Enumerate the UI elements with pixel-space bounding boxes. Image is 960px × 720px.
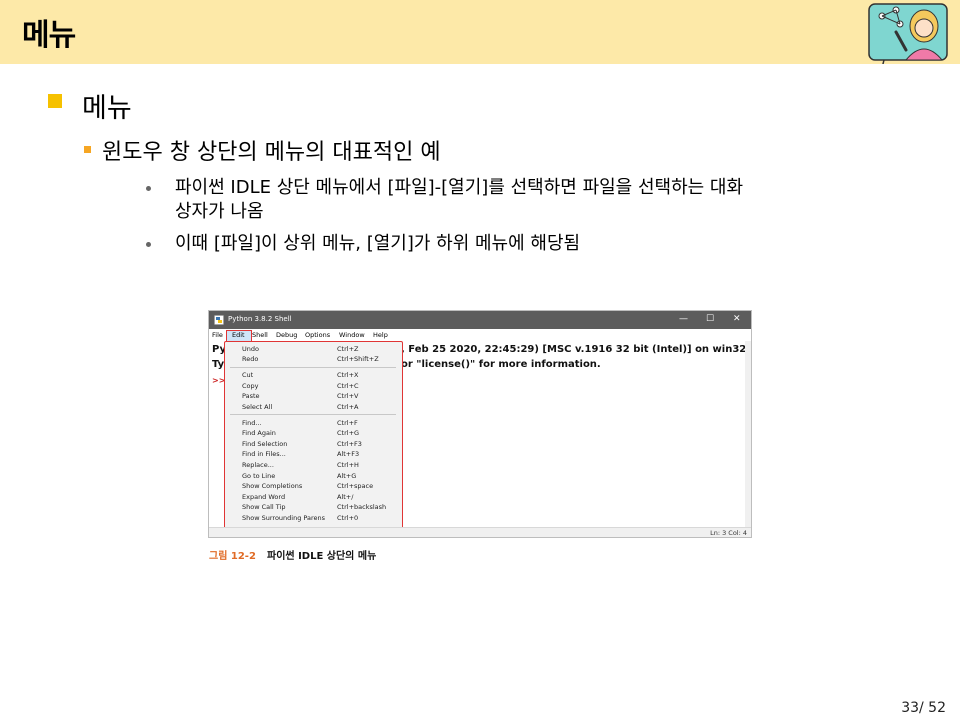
menu-shortcut: Ctrl+F [337,419,358,427]
menu-item-undo[interactable]: Undo [242,345,259,353]
heading-bullet-icon [48,94,62,108]
menu-file[interactable]: File [212,331,223,339]
menu-window[interactable]: Window [339,331,365,339]
maximize-button[interactable]: ☐ [706,314,714,324]
menu-shortcut: Ctrl+0 [337,514,359,522]
menu-shell[interactable]: Shell [252,331,268,339]
menu-item-copy[interactable]: Copy [242,382,259,390]
section-subheading: 윈도우 창 상단의 메뉴의 대표적인 예 [102,140,441,165]
menu-shortcut: Ctrl+Z [337,345,359,353]
edit-dropdown-menu: Undo Ctrl+Z Redo Ctrl+Shift+Z Cut Ctrl+X… [224,341,403,529]
page-number: 33/ 52 [901,700,946,716]
menu-separator [230,367,396,368]
menu-shortcut: Ctrl+H [337,461,359,469]
menu-item-find-in-files[interactable]: Find in Files... [242,450,286,458]
idle-window: Python 3.8.2 Shell — ☐ ✕ File Edit Shell… [208,310,752,538]
menu-shortcut: Ctrl+backslash [337,503,387,511]
menu-shortcut: Ctrl+G [337,429,360,437]
figure-number: 그림 12-2 [209,551,256,562]
status-bar: Ln: 3 Col: 4 [209,527,751,537]
bullet-dot-icon [146,242,151,247]
menu-item-find-selection[interactable]: Find Selection [242,440,287,448]
menu-edit[interactable]: Edit [232,331,245,339]
menu-shortcut: Ctrl+F3 [337,440,362,448]
vertical-scrollbar[interactable] [745,341,751,527]
minimize-button[interactable]: — [679,314,688,324]
menu-options[interactable]: Options [305,331,330,339]
menu-shortcut: Alt+G [337,472,357,480]
menu-item-paste[interactable]: Paste [242,392,260,400]
menu-item-find-again[interactable]: Find Again [242,429,276,437]
close-button[interactable]: ✕ [733,314,741,324]
bullet-text-2: 이때 [파일]이 상위 메뉴, [열기]가 하위 메뉴에 해당됨 [175,233,581,254]
menu-item-show-completions[interactable]: Show Completions [242,482,302,490]
window-titlebar[interactable]: Python 3.8.2 Shell — ☐ ✕ [209,311,751,329]
menu-item-select-all[interactable]: Select All [242,403,272,411]
menu-shortcut: Ctrl+V [337,392,359,400]
cursor-position: Ln: 3 Col: 4 [710,529,747,537]
menu-item-redo[interactable]: Redo [242,355,258,363]
menu-item-show-call-tip[interactable]: Show Call Tip [242,503,286,511]
subheading-bullet-icon [84,146,91,153]
menu-item-find[interactable]: Find... [242,419,262,427]
figure-caption: 파이썬 IDLE 상단의 메뉴 [267,551,377,562]
shell-output-line1: , Feb 25 2020, 22:45:29) [MSC v.1916 32 … [401,344,747,355]
menu-shortcut: Ctrl+C [337,382,359,390]
shell-output-line2: or "license()" for more information. [401,359,601,370]
menu-shortcut: Alt+F3 [337,450,360,458]
menu-item-expand-word[interactable]: Expand Word [242,493,285,501]
menu-item-cut[interactable]: Cut [242,371,253,379]
menu-help[interactable]: Help [373,331,388,339]
menu-shortcut: Ctrl+space [337,482,374,490]
teacher-avatar-icon [868,3,948,64]
menu-separator [230,414,396,415]
menu-shortcut: Ctrl+X [337,371,359,379]
bullet-text-1a: 파이썬 IDLE 상단 메뉴에서 [파일]-[열기]를 선택하면 파일을 선택하… [175,177,744,198]
menu-shortcut: Ctrl+A [337,403,359,411]
menu-item-replace[interactable]: Replace... [242,461,274,469]
menu-shortcut: Alt+/ [337,493,354,501]
window-title: Python 3.8.2 Shell [228,315,292,323]
python-icon [214,315,224,325]
menubar: File Edit Shell Debug Options Window Hel… [209,330,751,342]
bullet-text-1b: 상자가 나옴 [175,201,264,222]
menu-shortcut: Ctrl+Shift+Z [337,355,379,363]
section-heading: 메뉴 [82,93,132,124]
bullet-dot-icon [146,186,151,191]
menu-item-show-surrounding-parens[interactable]: Show Surrounding Parens [242,514,325,522]
menu-item-go-to-line[interactable]: Go to Line [242,472,275,480]
slide-title: 메뉴 [22,18,76,53]
slide-header: 메뉴 [0,0,960,64]
menu-debug[interactable]: Debug [276,331,297,339]
